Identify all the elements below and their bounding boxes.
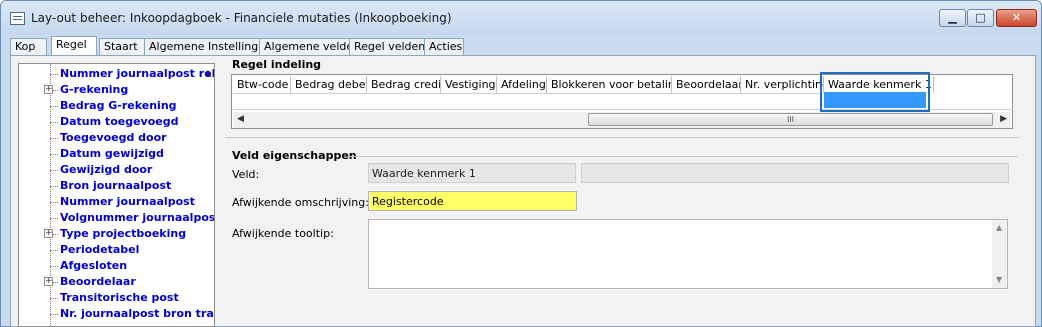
column-header[interactable]: Vestiging	[441, 76, 497, 93]
expand-plus-icon[interactable]: +	[44, 277, 53, 286]
tree-item[interactable]: Gewijzigd door	[19, 162, 214, 178]
scroll-left-arrow-icon[interactable]: ◀	[237, 114, 244, 124]
section-divider	[225, 137, 1020, 138]
window-title: Lay-out beheer: Inkoopdagboek - Financie…	[31, 11, 452, 25]
veld-eigenschappen-title: Veld eigenschappen	[232, 149, 357, 162]
tree-connector	[50, 298, 58, 299]
tree-connector	[50, 202, 58, 203]
column-header[interactable]: Bedrag credit	[367, 76, 441, 93]
column-header[interactable]: Nr. verplichting	[741, 76, 824, 93]
tree-item-label: Bedrag G-rekening	[60, 99, 177, 112]
tab-algemene-velden[interactable]: Algemene velden	[259, 38, 360, 55]
regel-indeling-title: Regel indeling	[232, 58, 322, 71]
tooltip-label: Afwijkende tooltip:	[232, 227, 334, 240]
selected-column-highlight[interactable]	[820, 72, 930, 112]
tree-item[interactable]: Periodetabel	[19, 242, 214, 258]
tree-item[interactable]: + Beoordelaar	[19, 274, 214, 290]
tree-item[interactable]: Bedrag G-rekening	[19, 98, 214, 114]
tree-item[interactable]: Volgnummer journaalpos	[19, 210, 214, 226]
tree-connector	[50, 138, 58, 139]
tree-item-label: Datum gewijzigd	[60, 147, 164, 160]
tree-item[interactable]: + Type projectboeking	[19, 226, 214, 242]
tree-connector	[50, 314, 58, 315]
tree-connector	[50, 266, 58, 267]
grid-row-separator	[233, 93, 821, 94]
veld-value-field: Waarde kenmerk 1	[368, 163, 576, 183]
tree-connector	[50, 170, 58, 171]
title-bar[interactable]: Lay-out beheer: Inkoopdagboek - Financie…	[1, 1, 1041, 35]
tree-item-label: Type projectboeking	[60, 227, 187, 240]
tree-item-label: Volgnummer journaalpos	[60, 211, 215, 224]
veld-label: Veld:	[232, 168, 260, 181]
scroll-right-arrow-icon[interactable]: ▶	[1000, 114, 1007, 124]
expand-plus-icon[interactable]: +	[44, 229, 53, 238]
close-button[interactable]: ✕	[996, 9, 1037, 27]
maximize-button[interactable]: □	[967, 9, 994, 27]
tree-item[interactable]: Bron journaalpost	[19, 178, 214, 194]
tree-connector	[50, 186, 58, 187]
tree-item-label: Nr. journaalpost bron tra	[60, 307, 214, 320]
tree-item[interactable]: Datum toegevoegd	[19, 114, 214, 130]
tab-regel[interactable]: Regel	[51, 36, 97, 56]
tab-algemene-instellingen[interactable]: Algemene Instellingen	[144, 38, 272, 55]
tab-staart[interactable]: Staart	[99, 38, 145, 55]
column-header[interactable]: Afdeling	[497, 76, 547, 93]
tree-item-label: Toegevoegd door	[60, 131, 167, 144]
tree-item-label: Periodetabel	[60, 243, 140, 256]
tree-connector	[50, 74, 58, 75]
tree-connector	[50, 218, 58, 219]
tree-item[interactable]: Nummer journaalpost rel	[19, 66, 214, 82]
column-header[interactable]: Bedrag debet	[291, 76, 367, 93]
tree-connector	[50, 122, 58, 123]
scroll-up-arrow-icon[interactable]: ▲	[996, 223, 1002, 232]
expand-plus-icon[interactable]: +	[44, 85, 53, 94]
tree-item[interactable]: + G-rekening	[19, 82, 214, 98]
scroll-thumb[interactable]: III	[588, 113, 993, 126]
tree-item[interactable]: Toegevoegd door	[19, 130, 214, 146]
tree-item-label: Gewijzigd door	[60, 163, 153, 176]
column-header[interactable]: Beoordelaar	[672, 76, 741, 93]
tab-regel-velden[interactable]: Regel velden	[349, 38, 425, 55]
tree-item-label: Bron journaalpost	[60, 179, 172, 192]
tab-acties[interactable]: Acties	[424, 38, 464, 55]
tree-item-label: Beoordelaar	[60, 275, 136, 288]
tree-item-label: G-rekening	[60, 83, 129, 96]
tree-item[interactable]: Datum gewijzigd	[19, 146, 214, 162]
column-header[interactable]: Btw-code	[233, 76, 291, 93]
section-divider	[350, 156, 1018, 157]
scroll-down-arrow-icon[interactable]: ▼	[996, 275, 1002, 284]
horizontal-scrollbar[interactable]: ◀ III ▶	[233, 112, 1011, 128]
tree-item-label: Datum toegevoegd	[60, 115, 179, 128]
selected-cell[interactable]	[824, 92, 926, 108]
tree-item[interactable]: Nr. journaalpost bron tra	[19, 306, 214, 322]
omschrijving-label: Afwijkende omschrijving:	[232, 196, 369, 209]
tree-connector	[50, 250, 58, 251]
field-tree[interactable]: ▲ Nummer journaalpost rel + G-rekening Bedr…	[18, 63, 215, 327]
tab-kop[interactable]: Kop	[10, 38, 47, 55]
tree-item-label: Nummer journaalpost	[60, 195, 195, 208]
afwijkende-tooltip-textarea[interactable]: ▲ ▼	[368, 219, 1008, 289]
tree-item[interactable]: Afgesloten	[19, 258, 214, 274]
tree-item[interactable]: Transitorische post	[19, 290, 214, 306]
tree-connector	[50, 154, 58, 155]
table-icon	[10, 12, 25, 25]
tree-item[interactable]: Nummer journaalpost	[19, 194, 214, 210]
afwijkende-omschrijving-input[interactable]: Registercode	[368, 191, 577, 211]
tree-item-label: Nummer journaalpost rel	[60, 67, 215, 80]
column-header[interactable]: Blokkeren voor betaling	[547, 76, 672, 93]
veld-extra-field	[581, 163, 1009, 183]
minimize-button[interactable]: ▁	[939, 9, 966, 27]
textarea-scrollbar[interactable]: ▲ ▼	[992, 220, 1007, 288]
tree-connector	[50, 106, 58, 107]
tree-item-label: Afgesloten	[60, 259, 128, 272]
tree-item-label: Transitorische post	[60, 291, 179, 304]
